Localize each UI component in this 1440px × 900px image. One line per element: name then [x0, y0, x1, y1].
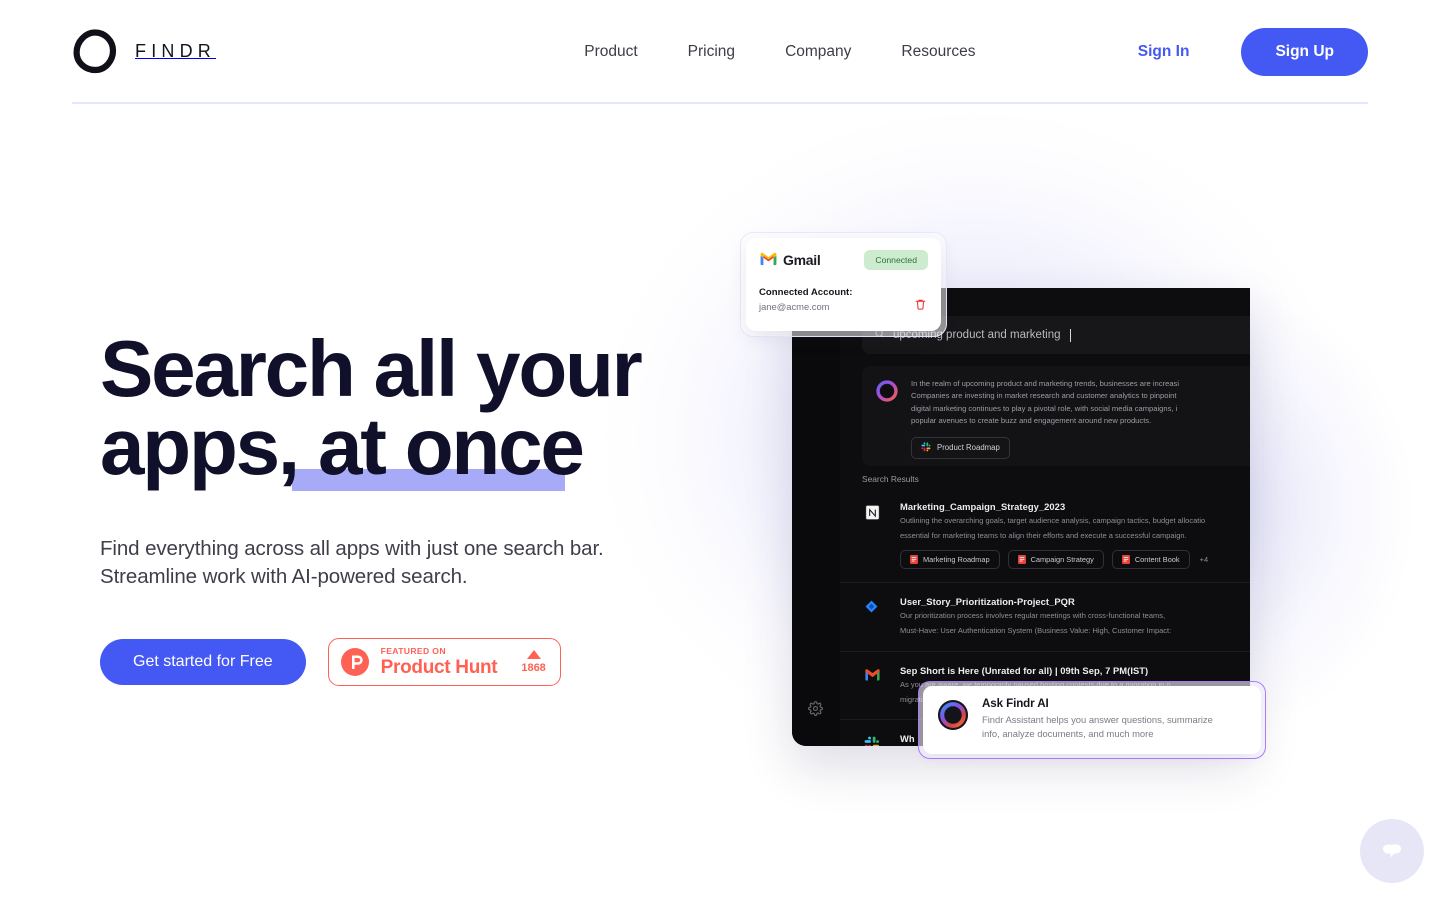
result-tag-label: Campaign Strategy	[1030, 555, 1094, 565]
app-main-area: upcoming product and marketing In the re…	[840, 288, 1250, 746]
document-icon	[1017, 555, 1026, 565]
text-cursor	[1069, 328, 1071, 342]
chat-widget-button[interactable]	[1360, 819, 1424, 883]
gmail-connection-card: Gmail Connected Connected Account: jane@…	[740, 232, 947, 337]
result-title: Sep Short is Here (Unrated for all) | 09…	[900, 664, 1149, 676]
slack-icon	[864, 736, 881, 746]
get-started-button[interactable]: Get started for Free	[100, 639, 306, 686]
status-badge: Connected	[864, 250, 928, 270]
ask-findr-description: Findr Assistant helps you answer questio…	[982, 714, 1213, 740]
notion-icon	[864, 504, 881, 521]
hero-illustration: upcoming product and marketing In the re…	[740, 232, 1300, 772]
product-hunt-featured-label: FEATURED ON	[380, 646, 446, 657]
result-tag-label: Marketing Roadmap	[923, 555, 990, 565]
findr-blob-logo-icon	[72, 28, 118, 75]
ask-findr-ai-card[interactable]: Ask Findr AI Findr Assistant helps you a…	[918, 681, 1266, 759]
result-tag[interactable]: Content Book	[1111, 550, 1190, 570]
result-tags-overflow-count: +4	[1199, 555, 1209, 565]
gear-icon[interactable]	[808, 701, 823, 721]
jira-icon	[864, 599, 881, 616]
result-description: essential for marketing teams to align t…	[900, 531, 1187, 541]
hero-cta-row: Get started for Free FEATURED ON Product…	[100, 638, 700, 687]
ai-answer-line: In the realm of upcoming product and mar…	[911, 379, 1180, 388]
headline-highlight-text: at once	[317, 401, 585, 491]
document-icon	[910, 555, 918, 565]
findr-orb-icon	[937, 699, 969, 731]
logo-wordmark: FINDR	[135, 41, 216, 61]
connected-account-label: Connected Account:	[759, 287, 853, 298]
result-tags: Marketing Roadmap Campaign Strategy Cont…	[900, 550, 1250, 570]
main-navigation: Product Pricing Company Resources	[422, 43, 1138, 61]
result-description: Our prioritization process involves regu…	[900, 611, 1166, 621]
hero-subheading: Find everything across all apps with jus…	[100, 537, 604, 589]
product-hunt-logo-icon	[340, 648, 369, 677]
ai-answer-line: Companies are investing in market resear…	[911, 391, 1177, 401]
gmail-icon	[759, 251, 778, 269]
header-actions: Sign In Sign Up	[1138, 27, 1368, 76]
upvote-count: 1868	[521, 662, 546, 675]
trash-icon[interactable]	[914, 297, 927, 317]
document-icon	[1121, 555, 1130, 565]
headline-line-2: apps, at once	[100, 401, 585, 491]
result-tag[interactable]: Marketing Roadmap	[900, 550, 1000, 570]
result-tag-label: Content Book	[1134, 555, 1180, 565]
ask-findr-title: Ask Findr AI	[982, 697, 1049, 710]
result-tag[interactable]: Campaign Strategy	[1007, 550, 1104, 570]
logo-home-link[interactable]: FINDR	[72, 28, 432, 75]
app-preview-panel: upcoming product and marketing In the re…	[792, 288, 1250, 746]
gmail-icon	[864, 668, 881, 685]
upvote-triangle-icon	[526, 650, 541, 660]
ai-answer-source-tag[interactable]: Product Roadmap	[911, 436, 1010, 459]
site-header: FINDR Product Pricing Company Resources …	[0, 0, 1440, 104]
search-results-label: Search Results	[862, 474, 919, 484]
hero-content: Search all your apps, at once Find every…	[100, 324, 700, 687]
page-title: Search all your apps, at once	[100, 324, 700, 491]
headline-line-1: Search all your	[100, 324, 643, 413]
findr-orb-icon	[876, 380, 898, 402]
header-divider	[72, 102, 1368, 104]
nav-item-company[interactable]: Company	[760, 43, 876, 61]
result-title: User_Story_Prioritization-Project_PQR	[900, 596, 1075, 608]
sign-in-link[interactable]: Sign In	[1138, 43, 1190, 61]
table-row[interactable]: Marketing_Campaign_Strategy_2023 Outlini…	[840, 488, 1250, 584]
app-sidebar	[792, 288, 840, 746]
product-hunt-name: Product Hunt	[380, 657, 498, 679]
connected-account-email: jane@acme.com	[759, 301, 830, 312]
nav-item-pricing[interactable]: Pricing	[663, 43, 760, 61]
sign-up-button[interactable]: Sign Up	[1241, 27, 1368, 76]
gmail-app-name: Gmail	[759, 251, 821, 269]
table-row[interactable]: User_Story_Prioritization-Project_PQR Ou…	[840, 583, 1250, 652]
product-hunt-badge[interactable]: FEATURED ON Product Hunt 1868	[327, 638, 561, 687]
ai-answer-card: In the realm of upcoming product and mar…	[862, 366, 1250, 466]
result-title: Marketing_Campaign_Strategy_2023	[900, 501, 1066, 512]
nav-item-product[interactable]: Product	[559, 43, 662, 61]
result-description: Outlining the overarching goals, target …	[900, 516, 1206, 525]
chat-bubble-icon	[1379, 837, 1405, 866]
tag-label: Product Roadmap	[937, 443, 1000, 452]
product-hunt-upvotes: 1868	[521, 650, 546, 675]
result-description: Must-Have: User Authentication System (B…	[900, 626, 1172, 636]
gmail-label: Gmail	[783, 252, 821, 268]
nav-item-resources[interactable]: Resources	[876, 43, 1000, 61]
slack-icon	[921, 441, 931, 454]
ai-answer-line: digital marketing continues to play a pi…	[911, 403, 1178, 413]
ai-answer-line: popular avenues to create buzz and engag…	[911, 416, 1152, 426]
